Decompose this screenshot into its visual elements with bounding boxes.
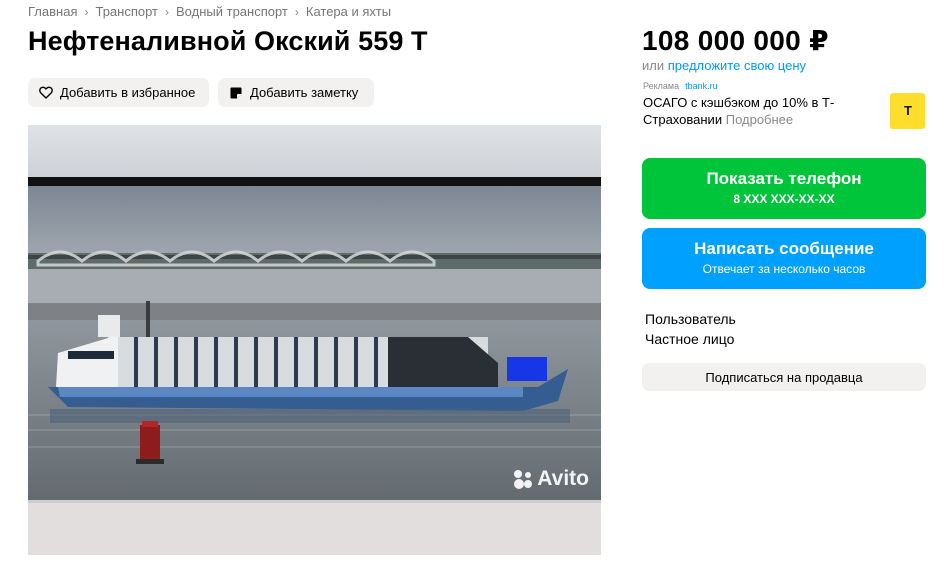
seller-type: Частное лицо xyxy=(645,331,735,347)
add-to-favorites-button[interactable]: Добавить в избранное xyxy=(28,78,209,107)
subscribe-seller-button[interactable]: Подписаться на продавца xyxy=(642,363,926,391)
subscribe-seller-label: Подписаться на продавца xyxy=(705,369,863,385)
ad-more-link[interactable]: Подробнее xyxy=(726,112,793,127)
tbank-shield-icon: Т xyxy=(899,101,916,121)
offer-price-link[interactable]: предложите свою цену xyxy=(668,58,806,73)
heart-icon xyxy=(38,85,54,101)
tbank-logo-letter: Т xyxy=(904,103,912,118)
page-title: Нефтеналивной Окский 559 Т xyxy=(28,26,428,56)
watermark-text: Avito xyxy=(537,467,589,490)
avito-watermark: Avito xyxy=(512,467,589,491)
chevron-right-icon: › xyxy=(165,4,170,19)
ad-domain[interactable]: tbank.ru xyxy=(685,81,718,91)
listing-photo[interactable]: Avito xyxy=(28,125,601,555)
tbank-logo[interactable]: Т xyxy=(890,93,925,129)
show-phone-label: Показать телефон xyxy=(706,169,862,188)
note-icon xyxy=(228,85,244,101)
write-message-button[interactable]: Написать сообщение Отвечает за несколько… xyxy=(642,228,926,289)
price: 108 000 000 ₽ xyxy=(642,25,829,56)
phone-masked: 8 XXX XXX-XX-XX xyxy=(733,192,835,206)
add-to-favorites-label: Добавить в избранное xyxy=(60,85,196,100)
offer-prefix: или xyxy=(642,58,665,73)
ad-label-text: Реклама xyxy=(643,81,680,91)
breadcrumb: Главная › Транспорт › Водный транспорт ›… xyxy=(28,4,391,19)
add-note-button[interactable]: Добавить заметку xyxy=(218,78,374,107)
breadcrumb-item-transport[interactable]: Транспорт xyxy=(95,4,158,19)
add-note-label: Добавить заметку xyxy=(250,85,359,100)
chevron-right-icon: › xyxy=(84,4,89,19)
response-time: Отвечает за несколько часов xyxy=(702,262,866,276)
breadcrumb-item-water-transport[interactable]: Водный транспорт xyxy=(176,4,288,19)
breadcrumb-item-home[interactable]: Главная xyxy=(28,4,77,19)
write-message-label: Написать сообщение xyxy=(694,239,874,258)
avito-logo-icon xyxy=(514,470,533,489)
offer-price-line: или предложите свою цену xyxy=(642,58,806,73)
ad-text[interactable]: ОСАГО с кэшбэком до 10% в Т-Страховании … xyxy=(643,94,883,128)
chevron-right-icon: › xyxy=(294,4,299,19)
seller-name[interactable]: Пользователь xyxy=(645,311,736,327)
breadcrumb-item-boats-yachts[interactable]: Катера и яхты xyxy=(306,4,391,19)
show-phone-button[interactable]: Показать телефон 8 XXX XXX-XX-XX xyxy=(642,158,926,219)
ad-label: Реклама tbank.ru xyxy=(643,81,718,91)
